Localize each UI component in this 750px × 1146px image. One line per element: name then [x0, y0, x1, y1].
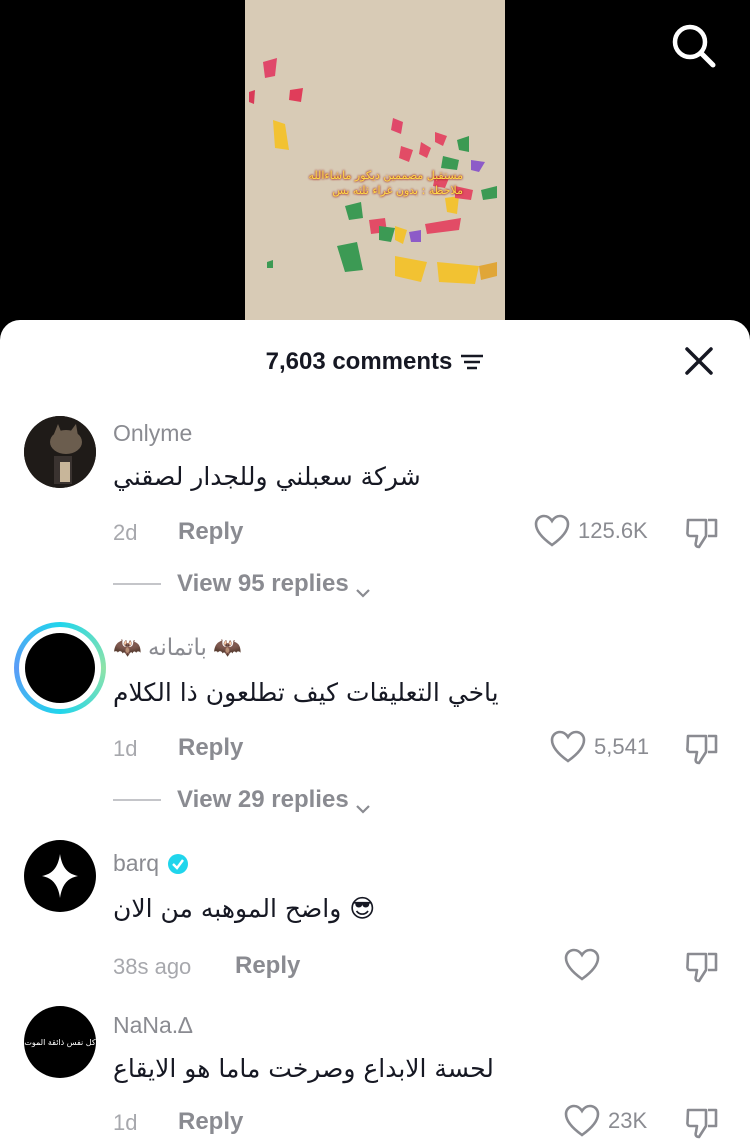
comment-text: شركة سعبلني وللجدار لصقني: [113, 462, 421, 491]
dislike-button[interactable]: [684, 948, 720, 984]
view-replies-button[interactable]: View 95 replies: [113, 570, 371, 598]
avatar-image: [25, 633, 95, 703]
avatar[interactable]: [24, 840, 96, 912]
like-button[interactable]: 5,541: [550, 730, 649, 764]
heart-icon: [550, 730, 586, 763]
caption-line-1: مستقبل مصممين ديكور ماشاءالله: [308, 169, 463, 182]
comment-text: واضح الموهبه من الان 😎: [113, 894, 376, 923]
like-count: 23K: [608, 1108, 648, 1133]
comment-time: 1d: [113, 736, 138, 761]
comment-time: 2d: [113, 520, 138, 545]
thumbs-down-icon: [686, 952, 718, 983]
caption-line-2: ملاحظة : بدون غراء ثلثه بس: [332, 184, 463, 197]
avatar-text: كل نفس ذائقة الموت: [24, 1037, 96, 1047]
view-replies-label: View 29 replies: [177, 786, 349, 813]
heart-icon: [564, 1104, 600, 1137]
avatar-ring: [19, 627, 101, 709]
reply-button[interactable]: Reply: [235, 952, 300, 980]
avatar[interactable]: كل نفس ذائقة الموت: [24, 1006, 96, 1078]
heart-icon: [564, 948, 600, 981]
search-icon: [672, 24, 716, 68]
comments-header: 7,603 comments: [0, 342, 750, 382]
username-row: barq: [113, 850, 189, 877]
search-button[interactable]: [668, 20, 718, 70]
chevron-down-icon: [355, 578, 371, 598]
thumbs-down-icon: [686, 1108, 718, 1139]
close-icon: [685, 347, 713, 375]
thumbs-down-icon: [686, 734, 718, 765]
dislike-button[interactable]: [684, 514, 720, 550]
view-replies-label: View 95 replies: [177, 570, 349, 597]
verified-icon: [168, 853, 189, 874]
comment-count: 7,603 comments: [265, 348, 453, 375]
comments-sheet: 7,603 comments Onlyme شركة سعبلني وللجدا…: [0, 320, 750, 1146]
chevron-down-icon: [355, 794, 371, 814]
like-count: 5,541: [594, 734, 650, 759]
reply-button[interactable]: Reply: [178, 1108, 243, 1136]
heart-icon: [534, 514, 570, 547]
close-button[interactable]: [682, 344, 716, 378]
username[interactable]: Onlyme: [113, 420, 192, 447]
username[interactable]: 🦇 باتمانه 🦇: [113, 634, 242, 661]
divider: [113, 583, 161, 585]
username[interactable]: barq: [113, 850, 159, 877]
reply-button[interactable]: Reply: [178, 734, 243, 762]
video-caption: مستقبل مصممين ديكور ماشاءالله ملاحظة : ب…: [293, 168, 463, 198]
like-button[interactable]: 125.6K: [534, 514, 648, 548]
comment-text: ياخي التعليقات كيف تطلعون ذا الكلام: [113, 678, 499, 707]
thumbs-down-icon: [686, 518, 718, 549]
sparkle-logo-icon: [42, 854, 78, 898]
avatar[interactable]: [14, 622, 106, 714]
like-button[interactable]: 23K: [564, 1104, 647, 1138]
dislike-button[interactable]: [684, 1104, 720, 1140]
reply-button[interactable]: Reply: [178, 518, 243, 546]
dislike-button[interactable]: [684, 730, 720, 766]
comment-text: لحسة الابداع وصرخت ماما هو الايقاع: [113, 1054, 494, 1083]
comment-time: 1d: [113, 1110, 138, 1135]
avatar[interactable]: [24, 416, 96, 488]
divider: [113, 799, 161, 801]
sort-icon[interactable]: [460, 352, 484, 372]
like-button[interactable]: [564, 948, 600, 982]
username[interactable]: NaNa.∆: [113, 1012, 192, 1039]
video-preview[interactable]: مستقبل مصممين ديكور ماشاءالله ملاحظة : ب…: [245, 0, 505, 330]
comment-time: 38s ago: [113, 954, 192, 979]
confetti-image: [249, 58, 497, 284]
view-replies-button[interactable]: View 29 replies: [113, 786, 371, 814]
like-count: 125.6K: [578, 518, 648, 543]
